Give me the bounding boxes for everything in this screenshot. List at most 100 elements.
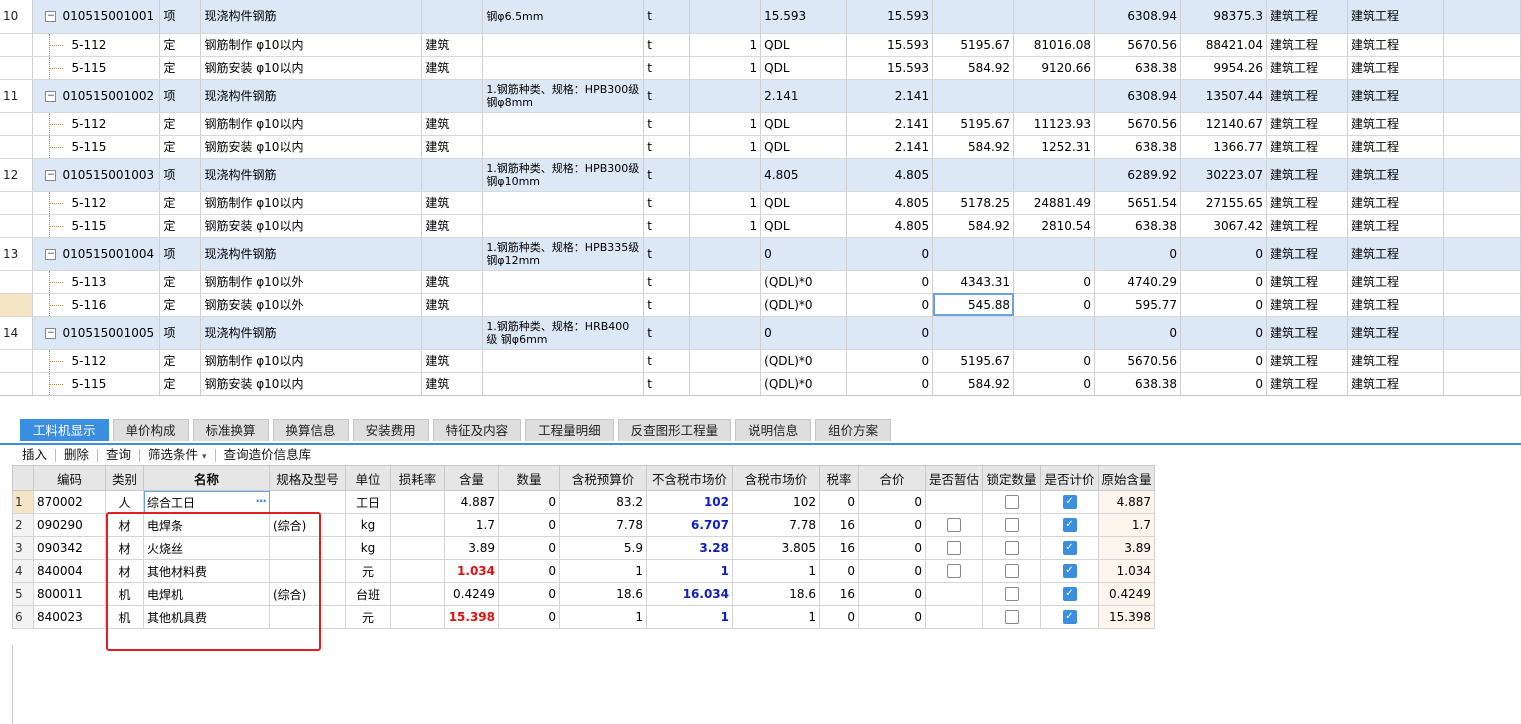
cell-qty[interactable]: 0 [846,270,934,294]
cell-mkt_ex[interactable]: 102 [646,490,733,514]
cell-coef[interactable]: 1 [689,135,762,159]
cell-name[interactable]: 钢筋制作 φ10以内 [200,112,423,136]
cell-qty[interactable]: 0 [498,513,560,537]
cell-rn[interactable]: 1 [12,490,34,514]
cell-s2[interactable]: 建筑工程 [1347,112,1444,136]
cell-cat[interactable] [421,79,484,113]
cell-spec[interactable]: 1.钢筋种类、规格：HRB400级 钢φ6mm [482,316,645,350]
cell-name[interactable]: 现浇构件钢筋 [200,0,423,34]
cell-expr[interactable]: 0 [760,237,848,271]
tab-2[interactable]: 标准换算 [192,419,269,441]
cell-kind[interactable]: 定 [159,135,202,159]
cell-s1[interactable]: 建筑工程 [1266,158,1348,192]
tab-8[interactable]: 说明信息 [735,419,812,441]
column-header-7[interactable]: 含量 [444,465,499,491]
cell-spec[interactable] [482,135,645,159]
cell-spec[interactable] [482,33,645,57]
cell-p1[interactable]: 584.92 [932,56,1015,80]
cell-unit[interactable]: kg [345,536,391,560]
cell-content[interactable]: 3.89 [444,536,499,560]
cell-spec[interactable] [482,293,645,317]
more-options-icon[interactable]: ··· [255,494,267,508]
cell-mkt_in[interactable]: 1 [732,559,820,583]
quota-row[interactable]: 5-115 定钢筋安装 φ10以内 建筑 t 1 QDL 2.141 584.92 1252.3… [0,135,1521,159]
cell-unit[interactable]: t [643,135,691,159]
cell-qty[interactable]: 4.805 [846,214,934,238]
cell-qty[interactable]: 15.593 [846,56,934,80]
cell-p2[interactable]: 11123.93 [1013,112,1096,136]
cell-loss[interactable] [390,582,445,606]
cell-idx[interactable] [0,112,34,136]
cell-spec[interactable] [482,191,645,215]
cell-p4[interactable]: 0 [1180,372,1267,395]
checkbox-checked-icon[interactable]: ✓ [1062,518,1077,533]
cell-rn[interactable]: 4 [12,559,34,583]
cell-s2[interactable]: 建筑工程 [1347,191,1444,215]
cell-mkt_ex[interactable]: 6.707 [646,513,733,537]
cell-qty[interactable]: 4.805 [846,191,934,215]
cell-s1[interactable]: 建筑工程 [1266,33,1348,57]
cell-mkt_in[interactable]: 18.6 [732,582,820,606]
cell-est[interactable] [925,582,983,606]
bill-item-row[interactable]: 12−010515001003 项现浇构件钢筋 1.钢筋种类、规格：HPB300级 … [0,158,1521,192]
cell-code[interactable]: 5-112 [32,191,161,215]
cell-s2[interactable]: 建筑工程 [1347,316,1444,350]
cell-idx[interactable] [0,349,34,373]
cell-p3[interactable]: 595.77 [1094,293,1181,317]
quota-row[interactable]: 5-113 定钢筋制作 φ10以外 建筑 t (QDL)*0 0 4343.31 0 4740.… [0,270,1521,294]
cell-s1[interactable]: 建筑工程 [1266,293,1348,317]
cell-code[interactable]: 5-112 [32,33,161,57]
cell-lock[interactable] [982,490,1041,514]
cell-code[interactable]: 5-115 [32,214,161,238]
cell-total[interactable]: 0 [858,490,926,514]
cell-kind[interactable]: 定 [159,33,202,57]
cell-s1[interactable]: 建筑工程 [1266,316,1348,350]
cell-p2[interactable] [1013,158,1096,192]
cell-p1[interactable]: 5195.67 [932,349,1015,373]
cell-kind[interactable]: 定 [159,214,202,238]
cell-est[interactable] [925,559,983,583]
cell-lock[interactable] [982,536,1041,560]
cell-cat[interactable] [421,158,484,192]
cell-code[interactable]: 5-112 [32,349,161,373]
cell-mkt_in[interactable]: 102 [732,490,820,514]
cell-p1[interactable]: 584.92 [932,372,1015,395]
cell-s1[interactable]: 建筑工程 [1266,191,1348,215]
checkbox-checked-icon[interactable]: ✓ [1062,541,1077,556]
cell-name[interactable]: 钢筋安装 φ10以内 [200,56,423,80]
cell-kind[interactable]: 定 [159,349,202,373]
cell-p2[interactable]: 0 [1013,349,1096,373]
cell-spec[interactable]: 1.钢筋种类、规格：HPB335级 钢φ12mm [482,237,645,271]
column-header-8[interactable]: 数量 [498,465,560,491]
cell-mkt_in[interactable]: 1 [732,605,820,629]
checkbox-icon[interactable] [947,541,961,556]
cell-loss[interactable] [390,605,445,629]
cell-coef[interactable] [689,270,762,294]
cell-p3[interactable]: 6308.94 [1094,79,1181,113]
column-header-15[interactable]: 锁定数量 [982,465,1041,491]
cell-kind[interactable]: 项 [159,237,202,271]
bill-item-row[interactable]: 10−010515001001 项现浇构件钢筋 钢φ6.5mm t 15.593 15.5… [0,0,1521,34]
cell-p1[interactable]: 5195.67 [932,112,1015,136]
cell-coef[interactable]: 1 [689,33,762,57]
cell-p4[interactable]: 27155.65 [1180,191,1267,215]
cell-tax[interactable]: 16 [819,536,859,560]
cell-unit[interactable]: 元 [345,559,391,583]
cell-code[interactable]: 840023 [33,605,106,629]
cell-qty[interactable]: 0 [498,559,560,583]
cell-p1[interactable] [932,316,1015,350]
checkbox-icon[interactable] [947,518,961,533]
cell-budget[interactable]: 7.78 [559,513,647,537]
cell-kind[interactable]: 定 [159,270,202,294]
quota-row[interactable]: 5-116 定钢筋安装 φ10以外 建筑 t (QDL)*0 0 545.88 0 595.77… [0,293,1521,317]
cell-unit[interactable]: t [643,0,691,34]
cell-tax[interactable]: 16 [819,513,859,537]
cell-idx[interactable]: 13 [0,237,34,271]
cell-qty[interactable]: 0 [846,237,934,271]
cell-s1[interactable]: 建筑工程 [1266,0,1348,34]
cell-unit[interactable]: 元 [345,605,391,629]
cell-code[interactable]: −010515001005 [32,316,161,350]
cell-qty[interactable]: 0 [498,582,560,606]
cell-kind[interactable]: 定 [159,293,202,317]
tab-6[interactable]: 工程量明细 [525,419,614,441]
